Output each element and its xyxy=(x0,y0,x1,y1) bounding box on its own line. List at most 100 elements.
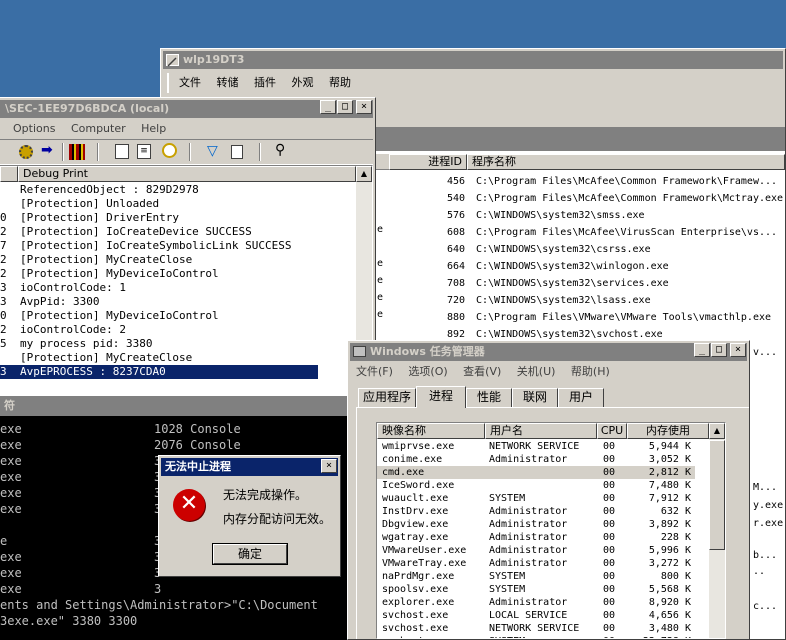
menu-computer[interactable]: Computer xyxy=(71,122,126,135)
task-image-name: Dbgview.exe xyxy=(382,519,449,530)
scrollbar-vertical[interactable]: ▲ xyxy=(709,423,725,638)
tab-networking[interactable]: 联网 xyxy=(512,388,558,407)
maximize-button[interactable]: □ xyxy=(337,100,353,114)
menu-options[interactable]: Options xyxy=(13,122,55,135)
highlight-icon[interactable] xyxy=(231,145,243,159)
scroll-thumb[interactable] xyxy=(709,440,725,550)
debug-line[interactable]: 3 AvpEPROCESS : 8237CDA0 xyxy=(0,365,318,379)
filter-icon[interactable]: ▽ xyxy=(207,143,218,159)
menu-help-dbg[interactable]: Help xyxy=(141,122,166,135)
col-header-username[interactable]: 用户名 xyxy=(485,423,597,439)
task-cpu: 00 xyxy=(603,610,616,621)
scroll-up-button[interactable]: ▲ xyxy=(356,166,372,182)
debug-line[interactable]: 5 my process pid: 3380 xyxy=(0,337,318,351)
tab-performance[interactable]: 性能 xyxy=(466,388,512,407)
tab-processes[interactable]: 进程 xyxy=(416,386,466,408)
debug-line[interactable]: 7 [Protection] IoCreateSymbolicLink SUCCE… xyxy=(0,239,318,253)
ok-button[interactable]: 确定 xyxy=(212,543,288,565)
col-header-debug-print[interactable]: Debug Print xyxy=(18,166,356,182)
task-cpu: 00 xyxy=(603,519,616,530)
task-row[interactable]: cmd.exe 00 2,812 K xyxy=(377,466,695,479)
menu-file[interactable]: 文件 xyxy=(179,76,201,89)
task-image-name: naPrdMgr.exe xyxy=(382,571,455,582)
debug-line[interactable]: 2 [Protection] MyDeviceIoControl xyxy=(0,267,318,281)
minimize-button[interactable]: _ xyxy=(320,100,336,114)
clear-log-icon[interactable] xyxy=(69,144,85,160)
task-row[interactable]: VMwareUser.exe Administrator 00 5,996 K xyxy=(377,544,695,557)
menu-help-tm[interactable]: 帮助(H) xyxy=(571,365,610,378)
debug-line[interactable]: 2 ioControlCode: 2 xyxy=(0,323,318,337)
task-row[interactable]: svchost.exe SYSTEM 00 22,728 K xyxy=(377,635,695,638)
tab-users[interactable]: 用户 xyxy=(558,388,604,407)
task-row[interactable]: wgatray.exe Administrator 00 228 K xyxy=(377,531,695,544)
menu-appearance[interactable]: 外观 xyxy=(292,76,314,89)
debug-line[interactable]: 3 AvpPid: 3300 xyxy=(0,295,318,309)
task-row[interactable]: InstDrv.exe Administrator 00 632 K xyxy=(377,505,695,518)
menu-file-tm[interactable]: 文件(F) xyxy=(356,365,393,378)
debug-line[interactable]: ReferencedObject : 829D2978 xyxy=(0,183,318,197)
taskmgr-titlebar[interactable]: Windows 任务管理器 xyxy=(350,343,747,361)
task-row[interactable]: wmiprvse.exe NETWORK SERVICE 00 5,944 K xyxy=(377,440,695,453)
task-mem: 8,920 K xyxy=(648,597,691,608)
maximize-button[interactable]: □ xyxy=(711,343,727,357)
debug-line-text: [Protection] MyDeviceIoControl xyxy=(20,309,219,322)
col-header-path[interactable]: 程序名称 xyxy=(467,154,785,170)
task-username: SYSTEM xyxy=(489,635,525,638)
task-row[interactable]: Dbgview.exe Administrator 00 3,892 K xyxy=(377,518,695,531)
arrow-right-icon[interactable]: ➡ xyxy=(41,142,53,158)
debug-line[interactable]: 2 [Protection] IoCreateDevice SUCCESS xyxy=(0,225,318,239)
debug-line[interactable]: 0 [Protection] DriverEntry xyxy=(0,211,318,225)
debug-line[interactable]: 3 ioControlCode: 1 xyxy=(0,281,318,295)
process-pid: 540 xyxy=(446,193,465,204)
debug-line[interactable]: [Protection] MyCreateClose xyxy=(0,351,318,365)
task-row[interactable]: svchost.exe LOCAL SERVICE 00 4,656 K xyxy=(377,609,695,622)
task-row[interactable]: IceSword.exe 00 7,480 K xyxy=(377,479,695,492)
edit-icon[interactable] xyxy=(115,144,129,159)
menu-dump[interactable]: 转储 xyxy=(217,76,239,89)
dbgview-title: \SEC-1EE97D6BDCA (local) xyxy=(5,102,170,115)
col-header-mem[interactable]: 内存使用 xyxy=(627,423,709,439)
find-icon[interactable]: ⚲ xyxy=(275,142,285,158)
menu-view-tm[interactable]: 查看(V) xyxy=(463,365,501,378)
task-row[interactable]: svchost.exe NETWORK SERVICE 00 3,480 K xyxy=(377,622,695,635)
debug-line[interactable]: [Protection] Unloaded xyxy=(0,197,318,211)
task-cpu: 00 xyxy=(603,584,616,595)
process-path: C:\WINDOWS\system32\winlogon.exe xyxy=(476,261,669,272)
menu-plugins[interactable]: 插件 xyxy=(254,76,276,89)
process-path: C:\WINDOWS\system32\smss.exe xyxy=(476,210,645,221)
close-button[interactable]: × xyxy=(356,100,372,114)
col-header-blank[interactable] xyxy=(0,166,18,182)
col-header-cpu[interactable]: CPU xyxy=(597,423,627,439)
task-cpu: 00 xyxy=(603,545,616,556)
process-pid: 456 xyxy=(446,176,465,187)
debug-line[interactable]: 0 [Protection] MyDeviceIoControl xyxy=(0,309,318,323)
task-row[interactable]: VMwareTray.exe Administrator 00 3,272 K xyxy=(377,557,695,570)
task-row[interactable]: conime.exe Administrator 00 3,052 K xyxy=(377,453,695,466)
task-mem: 632 K xyxy=(660,506,691,517)
menu-help[interactable]: 帮助 xyxy=(329,76,351,89)
options-icon[interactable]: ≡ xyxy=(137,144,151,159)
task-username: SYSTEM xyxy=(489,584,526,595)
clock-icon[interactable] xyxy=(162,143,177,158)
process-window-titlebar[interactable]: wlp19DT3 xyxy=(163,51,783,69)
close-button[interactable]: × xyxy=(730,343,746,357)
dbgview-titlebar[interactable]: \SEC-1EE97D6BDCA (local) xyxy=(0,100,373,118)
task-row[interactable]: naPrdMgr.exe SYSTEM 00 800 K xyxy=(377,570,695,583)
task-row[interactable]: explorer.exe Administrator 00 8,920 K xyxy=(377,596,695,609)
close-button[interactable]: × xyxy=(321,459,337,473)
capture-icon[interactable] xyxy=(19,145,33,159)
console-titlebar[interactable]: 符 xyxy=(0,396,380,416)
minimize-button[interactable]: _ xyxy=(694,343,710,357)
tab-applications[interactable]: 应用程序 xyxy=(358,388,416,407)
process-path: C:\Program Files\VMware\VMware Tools\vma… xyxy=(476,312,772,323)
task-row[interactable]: wuauclt.exe SYSTEM 00 7,912 K xyxy=(377,492,695,505)
error-dialog-titlebar[interactable]: 无法中止进程 xyxy=(161,458,338,476)
debug-line[interactable]: 2 [Protection] MyCreateClose xyxy=(0,253,318,267)
menu-shutdown-tm[interactable]: 关机(U) xyxy=(517,365,556,378)
task-row[interactable]: spoolsv.exe SYSTEM 00 5,568 K xyxy=(377,583,695,596)
scroll-up-button[interactable]: ▲ xyxy=(709,423,725,439)
col-header-pid[interactable]: 进程ID xyxy=(389,154,467,170)
menu-options-tm[interactable]: 选项(O) xyxy=(408,365,447,378)
col-header-image-name[interactable]: 映像名称 xyxy=(377,423,485,439)
debug-line-number: 2 xyxy=(0,267,7,280)
